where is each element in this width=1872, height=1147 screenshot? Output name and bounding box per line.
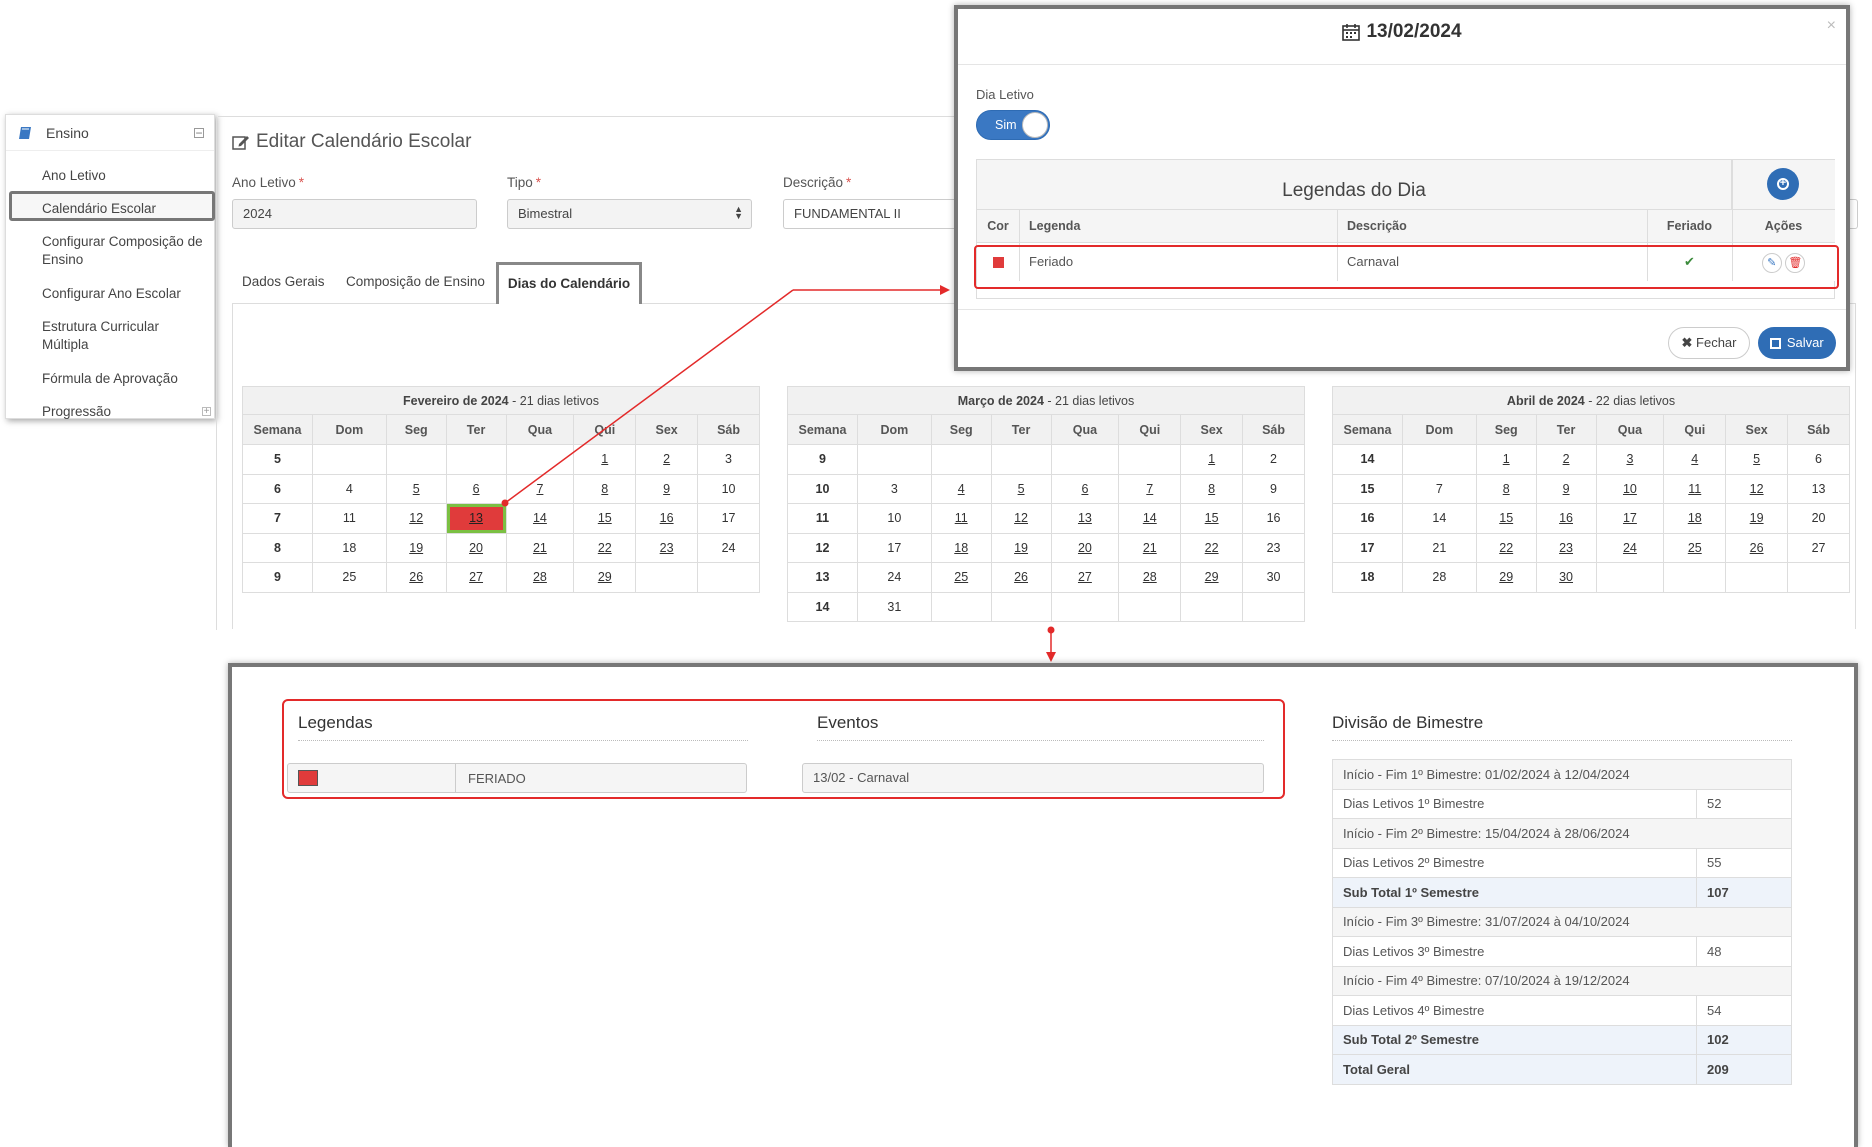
evento-item: 13/02 - Carnaval [802, 763, 1264, 793]
col-acoes: Ações [1732, 210, 1835, 243]
legenda-item: FERIADO [287, 763, 747, 793]
modal-title: 13/02/2024 [958, 21, 1846, 43]
close-icon[interactable]: × [1827, 17, 1836, 35]
modal-footer-divider [958, 309, 1846, 310]
divisao-label: Sub Total 1º Semestre [1332, 877, 1697, 908]
divisao-label: Início - Fim 3º Bimestre: 31/07/2024 à 0… [1332, 906, 1792, 937]
fechar-button[interactable]: ✖ Fechar [1668, 327, 1750, 359]
divisao-value: 48 [1696, 936, 1792, 967]
divisao-label: Sub Total 2º Semestre [1332, 1024, 1697, 1055]
divisao-label: Dias Letivos 2º Bimestre [1332, 847, 1697, 878]
divisao-row: Dias Letivos 4º Bimestre 54 [1332, 995, 1792, 1026]
divisao-row: Dias Letivos 1º Bimestre 52 [1332, 788, 1792, 819]
divisao-row: Sub Total 2º Semestre 102 [1332, 1024, 1792, 1055]
toggle-label: Sim [995, 118, 1017, 132]
field-divider [455, 764, 456, 792]
divisao-label: Início - Fim 1º Bimestre: 01/02/2024 à 1… [1332, 759, 1792, 790]
divisao-label: Dias Letivos 1º Bimestre [1332, 788, 1697, 819]
col-feriado: Feriado [1647, 210, 1732, 243]
calendar-icon [1342, 24, 1361, 41]
divisao-row: Dias Letivos 3º Bimestre 48 [1332, 936, 1792, 967]
divisao-row: Início - Fim 2º Bimestre: 15/04/2024 à 2… [1332, 818, 1792, 849]
divisao-value: 52 [1696, 788, 1792, 819]
salvar-label: Salvar [1786, 335, 1824, 350]
divisao-value: 54 [1696, 995, 1792, 1026]
divisao-row: Início - Fim 4º Bimestre: 07/10/2024 à 1… [1332, 965, 1792, 996]
divisao-row: Início - Fim 1º Bimestre: 01/02/2024 à 1… [1332, 759, 1792, 790]
highlight-frame [974, 245, 1839, 289]
divisao-label: Dias Letivos 3º Bimestre [1332, 936, 1697, 967]
color-swatch [298, 770, 318, 786]
divisao-label: Total Geral [1332, 1054, 1697, 1085]
arrow-head-right [940, 285, 950, 295]
eventos-section-title: Eventos [817, 713, 879, 732]
col-cor: Cor [977, 210, 1019, 243]
divisao-label: Início - Fim 4º Bimestre: 07/10/2024 à 1… [1332, 965, 1792, 996]
divisao-value: 107 [1696, 877, 1792, 908]
section-divider [298, 740, 748, 741]
divisao-bimestre-table: Início - Fim 1º Bimestre: 01/02/2024 à 1… [1332, 759, 1792, 1085]
divisao-label: Dias Letivos 4º Bimestre [1332, 995, 1697, 1026]
arrow-dot-2 [1047, 626, 1055, 634]
add-legenda-button[interactable]: + [1767, 168, 1799, 200]
arrow-head-down [1046, 652, 1056, 662]
toggle-knob [1022, 112, 1048, 138]
divisao-row: Sub Total 1º Semestre 107 [1332, 877, 1792, 908]
dia-letivo-toggle[interactable]: Sim [976, 110, 1050, 140]
section-divider [817, 740, 1264, 741]
dia-letivo-label: Dia Letivo [976, 87, 1034, 102]
divisao-value: 55 [1696, 847, 1792, 878]
modal-header-divider [958, 64, 1846, 65]
legendas-title: Legendas do Dia [977, 160, 1732, 210]
legendas-section-title: Legendas [298, 713, 373, 732]
divisao-value: 102 [1696, 1024, 1792, 1055]
day-modal: 13/02/2024 × Dia Letivo Sim Legendas do … [954, 5, 1850, 371]
arrow-line-1 [504, 289, 794, 504]
summary-panel: Legendas FERIADO Eventos 13/02 - Carnava… [228, 663, 1858, 1147]
x-icon: ✖ [1681, 335, 1693, 350]
divisao-row: Dias Letivos 2º Bimestre 55 [1332, 847, 1792, 878]
legenda-item-label: FERIADO [468, 771, 526, 786]
add-cell: + [1732, 160, 1835, 210]
divisao-label: Início - Fim 2º Bimestre: 15/04/2024 à 2… [1332, 818, 1792, 849]
divisao-value: 209 [1696, 1054, 1792, 1085]
salvar-button[interactable]: Salvar [1758, 327, 1836, 359]
save-icon [1770, 338, 1782, 350]
col-descricao: Descrição [1337, 210, 1647, 243]
fechar-label: Fechar [1696, 335, 1737, 350]
divisao-row: Total Geral 209 [1332, 1054, 1792, 1085]
section-divider [1332, 740, 1792, 741]
plus-icon: + [1777, 177, 1789, 190]
divisao-row: Início - Fim 3º Bimestre: 31/07/2024 à 0… [1332, 906, 1792, 937]
divisao-section-title: Divisão de Bimestre [1332, 713, 1484, 732]
modal-title-text: 13/02/2024 [1366, 21, 1462, 42]
arrow-dot-1 [501, 499, 509, 507]
col-legenda: Legenda [1019, 210, 1337, 243]
